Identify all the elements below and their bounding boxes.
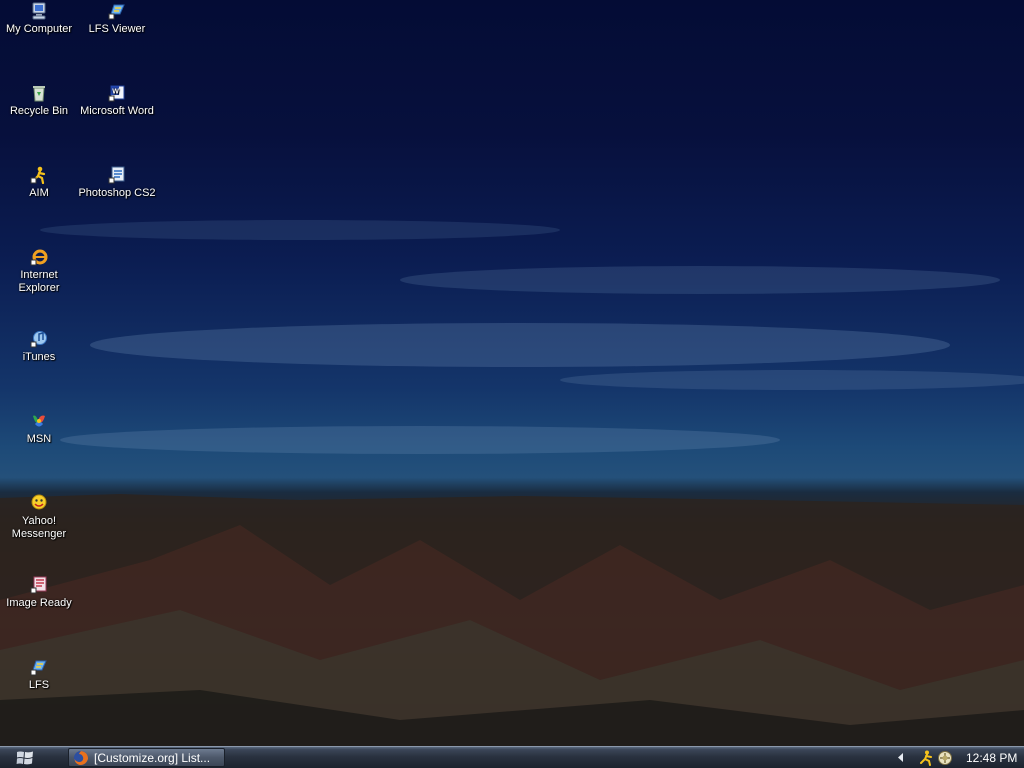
desktop-icon-label: iTunes xyxy=(22,351,56,363)
windows-logo-icon xyxy=(16,751,33,764)
desktop-icon-label: Microsoft Word xyxy=(80,105,154,117)
desktop-icon-label: MSN xyxy=(26,433,52,445)
taskbar-button-firefox[interactable]: [Customize.org] List... xyxy=(68,748,225,767)
recycle-bin-icon xyxy=(33,86,45,102)
desktop-icon-internet-explorer[interactable]: Internet Explorer xyxy=(0,248,78,295)
lfs-icon xyxy=(30,660,47,676)
desktop-icon-recycle-bin[interactable]: Recycle Bin xyxy=(0,84,78,118)
yahoo-messenger-icon xyxy=(31,494,47,510)
desktop[interactable]: My Computer Recycle Bin AIM Internet Exp… xyxy=(0,0,1024,746)
desktop-icon-label: Yahoo! Messenger xyxy=(11,515,67,540)
desktop-icon-aim[interactable]: AIM xyxy=(0,166,78,200)
desktop-icon-label: Photoshop CS2 xyxy=(78,187,156,199)
tray-expand-arrow-icon[interactable] xyxy=(896,752,906,764)
system-tray: 12:48 PM xyxy=(890,747,1024,768)
clock[interactable]: 12:48 PM xyxy=(966,751,1017,765)
lfs-viewer-icon xyxy=(108,4,125,20)
desktop-icon-photoshop-cs2[interactable]: Photoshop CS2 xyxy=(78,166,156,200)
firefox-icon xyxy=(74,750,88,765)
desktop-icon-label: AIM xyxy=(29,187,49,199)
desktop-icon-my-computer[interactable]: My Computer xyxy=(0,2,78,36)
desktop-icon-label: My Computer xyxy=(5,23,73,35)
my-computer-icon xyxy=(32,2,46,20)
microsoft-word-icon: W xyxy=(108,85,125,102)
internet-explorer-icon xyxy=(30,249,48,266)
desktop-icon-label: Recycle Bin xyxy=(9,105,69,117)
photoshop-icon xyxy=(108,166,125,184)
desktop-icon-itunes[interactable]: iTunes xyxy=(0,330,78,364)
itunes-icon xyxy=(30,331,47,348)
desktop-icon-lfs[interactable]: LFS xyxy=(0,658,78,692)
aim-icon xyxy=(30,166,46,184)
desktop-icon-msn[interactable]: MSN xyxy=(0,412,78,446)
network-tray-icon[interactable] xyxy=(937,750,953,766)
image-ready-icon xyxy=(30,576,47,594)
desktop-icon-microsoft-word[interactable]: W Microsoft Word xyxy=(78,84,156,118)
start-button[interactable] xyxy=(4,748,56,767)
desktop-icon-label: LFS xyxy=(28,679,50,691)
desktop-icon-label: Image Ready xyxy=(6,597,72,609)
desktop-icon-yahoo-messenger[interactable]: Yahoo! Messenger xyxy=(0,494,78,541)
desktop-icon-label: Internet Explorer xyxy=(18,269,60,294)
taskbar: [Customize.org] List... 12:48 PM xyxy=(0,746,1024,768)
msn-icon xyxy=(33,415,45,427)
desktop-icon-image-ready[interactable]: Image Ready xyxy=(0,576,78,610)
taskbar-button-label: [Customize.org] List... xyxy=(94,750,211,765)
aim-tray-icon[interactable] xyxy=(918,750,934,766)
svg-text:W: W xyxy=(112,89,119,96)
desktop-icon-lfs-viewer[interactable]: LFS Viewer xyxy=(78,2,156,36)
desktop-icon-label: LFS Viewer xyxy=(88,23,146,35)
